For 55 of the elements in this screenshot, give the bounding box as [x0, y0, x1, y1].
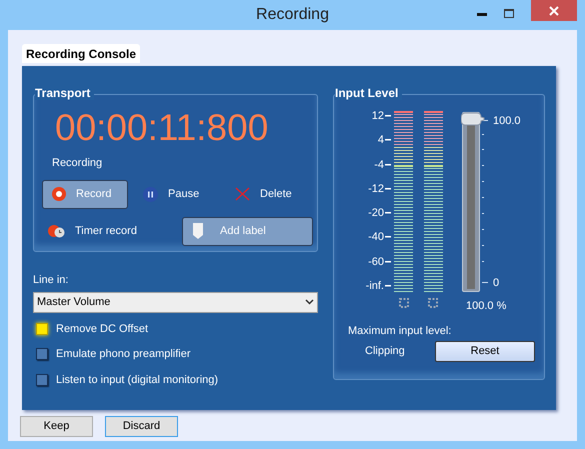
scale-label: -12 — [368, 182, 384, 195]
dropdown-value: Master Volume — [37, 294, 112, 310]
timer-record-icon — [48, 224, 65, 238]
reset-button[interactable]: Reset — [435, 341, 535, 362]
group-title: Input Level — [335, 86, 402, 100]
tick-mark — [385, 284, 391, 287]
tick-mark — [385, 139, 391, 142]
maximize-icon[interactable] — [504, 9, 514, 18]
pause-button[interactable]: Pause — [137, 180, 229, 208]
pause-icon — [143, 186, 158, 202]
slider-thumb[interactable] — [461, 111, 485, 127]
timer-button[interactable]: Timer record — [42, 216, 137, 246]
elapsed-time: 00:00:11:800 — [55, 107, 270, 149]
tick-mark — [482, 282, 488, 284]
max-level-label: Maximum input level: — [348, 324, 452, 338]
window-title: Recording — [256, 5, 329, 25]
tick-mark — [385, 164, 391, 166]
line-in-dropdown[interactable]: Master Volume — [33, 292, 318, 312]
close-icon — [549, 6, 559, 16]
status-text: Recording — [52, 156, 104, 171]
checkbox-label: Emulate phono preamplifier — [56, 347, 191, 362]
scale-label: 12 — [372, 110, 384, 122]
tick-mark — [482, 120, 488, 122]
clip-indicator-icon — [399, 298, 409, 308]
slider-min-label: 0 — [493, 276, 500, 290]
group-title: Transport — [35, 86, 94, 100]
checkbox-label: Listen to input (digital monitoring) — [56, 372, 218, 388]
chevron-icon — [305, 299, 314, 305]
max-level-value: Clipping — [365, 344, 406, 360]
label-icon — [193, 223, 203, 239]
scale-label: -inf. — [366, 280, 384, 292]
dialog-button[interactable]: Discard — [105, 416, 178, 437]
slider-max-label: 100.0 — [493, 114, 521, 129]
delete-icon — [235, 187, 250, 201]
clip-indicator-icon — [428, 298, 438, 308]
dialog-button[interactable]: Keep — [20, 416, 93, 437]
tick-mark — [385, 115, 391, 117]
checkbox[interactable] — [36, 322, 48, 335]
record-icon — [52, 187, 66, 201]
tick-mark — [385, 188, 391, 190]
close-button[interactable] — [531, 0, 577, 21]
scale-label: 4 — [378, 134, 384, 146]
scale-label: -40 — [368, 231, 384, 244]
delete-button[interactable]: Delete — [229, 180, 319, 208]
scale-label: -20 — [368, 207, 384, 220]
scale-label: -4 — [374, 158, 384, 171]
field-label: Line in: — [33, 273, 70, 288]
tick-mark — [385, 212, 391, 214]
scale-label: -60 — [368, 256, 384, 268]
checkbox[interactable] — [36, 374, 48, 386]
gain-reading: 100.0 % — [466, 299, 508, 314]
checkbox[interactable] — [36, 348, 48, 360]
checkbox-label: Remove DC Offset — [56, 322, 148, 336]
tick-mark — [385, 236, 391, 238]
tick-mark — [385, 260, 391, 263]
